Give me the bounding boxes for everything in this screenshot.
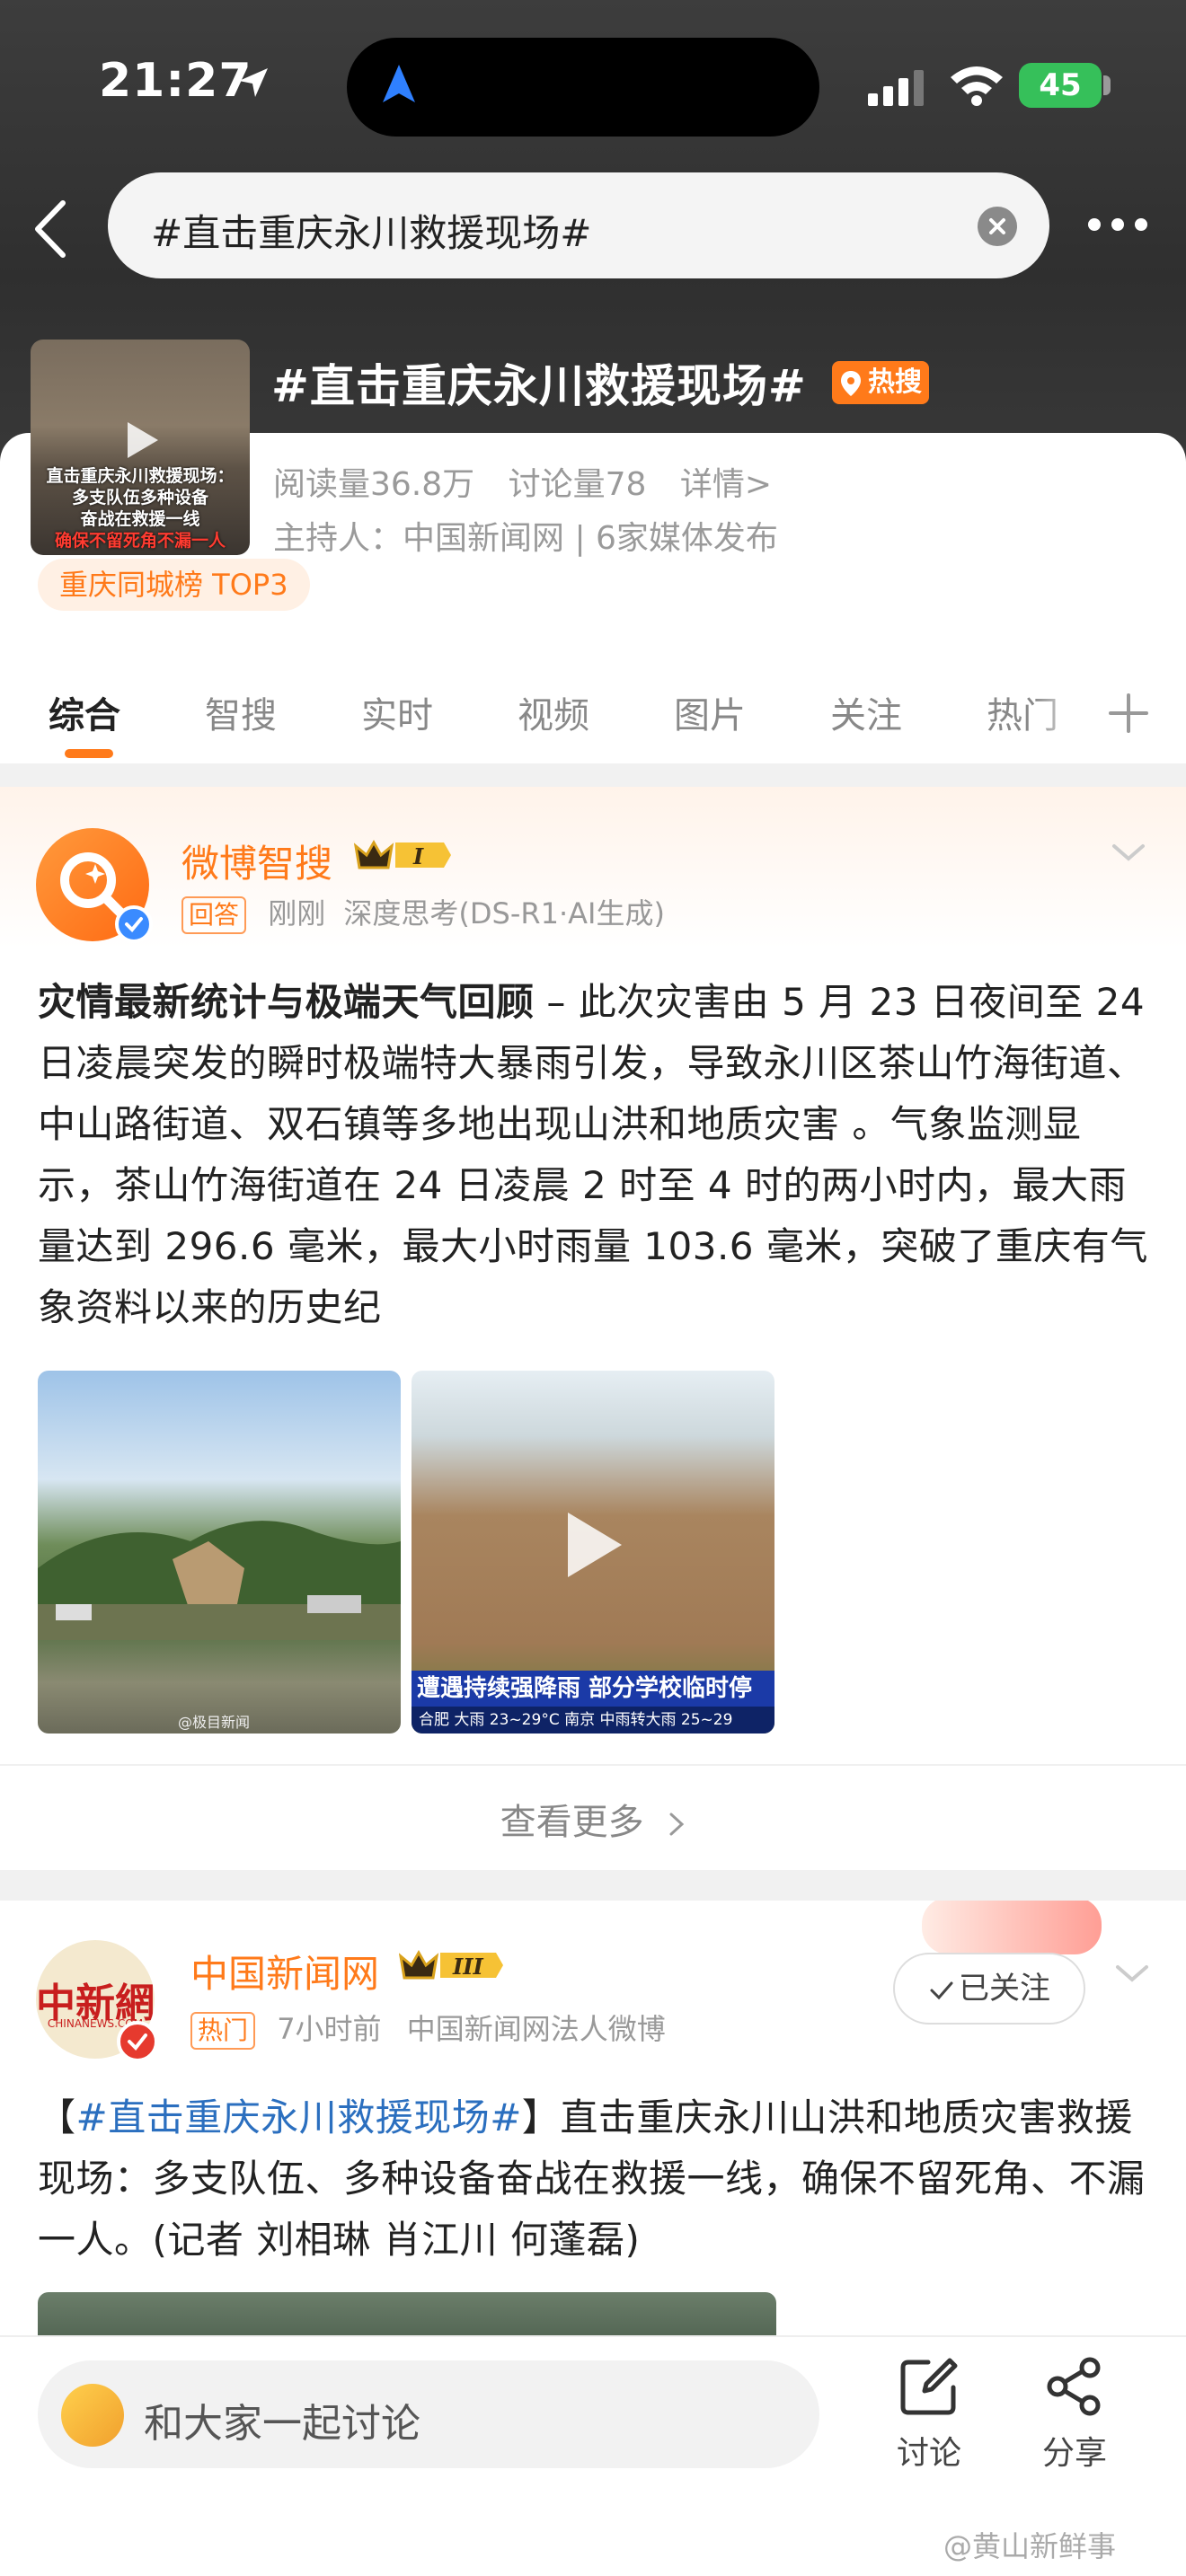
hot-search-badge[interactable]: 热搜 (832, 361, 929, 404)
news-post-card: 中新網 CHINANEWS.COM 中国新闻网 III 热门 7小时前 中国新闻… (0, 1901, 1186, 2341)
add-tab-icon[interactable] (1107, 692, 1150, 735)
location-pin-icon (841, 371, 861, 396)
hot-badge-label: 热搜 (868, 366, 922, 398)
share-label: 分享 (1041, 2435, 1107, 2472)
back-chevron-icon[interactable] (27, 198, 72, 260)
bottom-bar: 和大家一起讨论 讨论 分享 @黄山新鲜事 (0, 2335, 1186, 2576)
caption-line: 奋战在救援一线 (80, 509, 200, 529)
thumbnail-caption: 直击重庆永川救援现场： 多支队伍多种设备 奋战在救援一线 确保不留死角不漏一人 (31, 465, 250, 551)
post-body: – 此次灾害由 5 月 23 日夜间至 24 日凌晨突发的瞬时极端特大暴雨引发，… (38, 980, 1148, 1329)
location-arrow-icon (239, 68, 268, 97)
chevron-down-icon[interactable] (1114, 1960, 1150, 1987)
status-time: 21:27 (99, 54, 252, 108)
discuss-label: 讨论 (896, 2435, 961, 2472)
photo-watermark: @极目新闻 (178, 1714, 251, 1731)
comment-placeholder: 和大家一起讨论 (144, 2401, 420, 2447)
level-label: III (452, 1954, 483, 1980)
tab-smart-search[interactable]: 智搜 (205, 686, 277, 738)
flood-video[interactable]: 遭遇持续强降雨 部分学校临时停 合肥 大雨 23~29°C 南京 中雨转大雨 2… (412, 1371, 774, 1734)
discussion-count: 讨论量78 (508, 466, 647, 503)
topic-host[interactable]: 主持人：中国新闻网 | 6家媒体发布 (273, 512, 778, 559)
signal-icon (868, 70, 924, 106)
tab-bar: 综合 智搜 实时 视频 图片 关注 热门 (0, 668, 1186, 758)
post-source: 中国新闻网法人微博 (406, 2012, 666, 2046)
battery-indicator: 45 (1019, 63, 1102, 108)
post-source: 深度思考(DS-R1·AI生成) (343, 896, 665, 931)
hill-shape (38, 1521, 401, 1640)
caption-line: 多支队伍多种设备 (71, 488, 208, 507)
bracket-open: 【 (38, 2095, 76, 2139)
play-icon (568, 1513, 622, 1577)
video-news-banner: 遭遇持续强降雨 部分学校临时停 (412, 1671, 774, 1707)
hashtag-link[interactable]: #直击重庆永川救援现场# (76, 2095, 522, 2139)
post-image[interactable] (38, 2292, 776, 2341)
level-label: I (412, 843, 424, 869)
status-bar: 21:27 45 (0, 0, 1186, 171)
see-more-button[interactable]: 查看更多 (0, 1793, 1186, 1845)
post-text[interactable]: 【#直击重庆永川救援现场#】直击重庆永川山洪和地质灾害救援现场：多支队伍、多种设… (38, 2087, 1152, 2271)
share-button[interactable]: 分享 (1021, 2355, 1128, 2474)
post-time: 刚刚 (268, 896, 326, 931)
compose-icon (900, 2358, 958, 2415)
comment-input[interactable]: 和大家一起讨论 (38, 2360, 819, 2468)
discuss-button[interactable]: 讨论 (875, 2355, 983, 2474)
chevron-right-icon (669, 1813, 685, 1836)
search-input[interactable]: #直击重庆永川救援现场# (108, 172, 1049, 278)
video-weather-ticker: 合肥 大雨 23~29°C 南京 中雨转大雨 25~29 (412, 1707, 774, 1734)
navigation-arrow-icon (383, 65, 415, 102)
share-icon (1047, 2357, 1101, 2416)
follow-label: 已关注 (959, 1971, 1050, 2007)
crown-level-icon: III (399, 1949, 503, 1980)
dynamic-island (347, 38, 819, 137)
wifi-icon (951, 66, 1003, 106)
topic-video-thumbnail[interactable]: 直击重庆永川救援现场： 多支队伍多种设备 奋战在救援一线 确保不留死角不漏一人 (31, 340, 250, 555)
checkmark-icon (930, 1981, 953, 1999)
read-count: 阅读量36.8万 (273, 466, 475, 503)
caption-line: 确保不留死角不漏一人 (54, 531, 226, 551)
battery-nub (1103, 75, 1111, 95)
post-text[interactable]: 灾情最新统计与极端天气回顾 – 此次灾害由 5 月 23 日夜间至 24 日凌晨… (38, 972, 1152, 1338)
tab-realtime[interactable]: 实时 (361, 686, 433, 738)
city-rank-badge[interactable]: 重庆同城榜 TOP3 (38, 559, 310, 611)
topic-stats: 阅读量36.8万 讨论量78 详情> (273, 458, 795, 505)
caption-line: 直击重庆永川救援现场： (46, 466, 235, 486)
tab-video[interactable]: 视频 (518, 686, 589, 738)
post-meta: 热门 7小时前 中国新闻网法人微博 (190, 2007, 666, 2050)
more-options-icon[interactable] (1085, 216, 1150, 234)
author-name[interactable]: 中国新闻网 (190, 1944, 379, 1998)
tab-following[interactable]: 关注 (830, 686, 902, 738)
ai-answer-card: 微博智搜 I 回答 刚刚 深度思考(DS-R1·AI生成) 灾情最新统计与极端天… (0, 787, 1186, 1870)
post-headline: 灾情最新统计与极端天气回顾 (38, 980, 535, 1024)
divider (0, 1764, 1186, 1766)
verified-badge-icon (117, 2021, 158, 2062)
verified-badge-icon (115, 905, 153, 943)
crown-level-icon: I (354, 839, 451, 869)
author-name[interactable]: 微博智搜 (181, 834, 332, 888)
landslide-photo[interactable]: @极目新闻 (38, 1371, 401, 1734)
avatar (61, 2384, 124, 2447)
image-watermark: @黄山新鲜事 (943, 2529, 1117, 2563)
tab-fade (1033, 668, 1087, 758)
active-tab-indicator (65, 749, 113, 758)
see-more-label: 查看更多 (500, 1802, 644, 1843)
tab-images[interactable]: 图片 (674, 686, 746, 738)
hot-tag: 热门 (190, 2012, 256, 2050)
topic-title: #直击重庆永川救援现场# (271, 360, 807, 412)
answer-tag: 回答 (181, 896, 247, 934)
play-icon (128, 422, 158, 458)
tab-comprehensive[interactable]: 综合 (49, 686, 120, 738)
follow-button[interactable]: 已关注 (893, 1953, 1085, 2025)
search-query: #直击重庆永川救援现场# (151, 211, 592, 255)
clear-search-icon[interactable] (978, 207, 1017, 246)
post-meta: 回答 刚刚 深度思考(DS-R1·AI生成) (181, 891, 665, 934)
post-time: 7小时前 (277, 2012, 382, 2046)
bracket-close: 】 (521, 2095, 561, 2139)
details-link[interactable]: 详情> (680, 466, 772, 503)
chevron-down-icon[interactable] (1111, 839, 1146, 866)
follow-decoration (922, 1901, 1102, 1954)
